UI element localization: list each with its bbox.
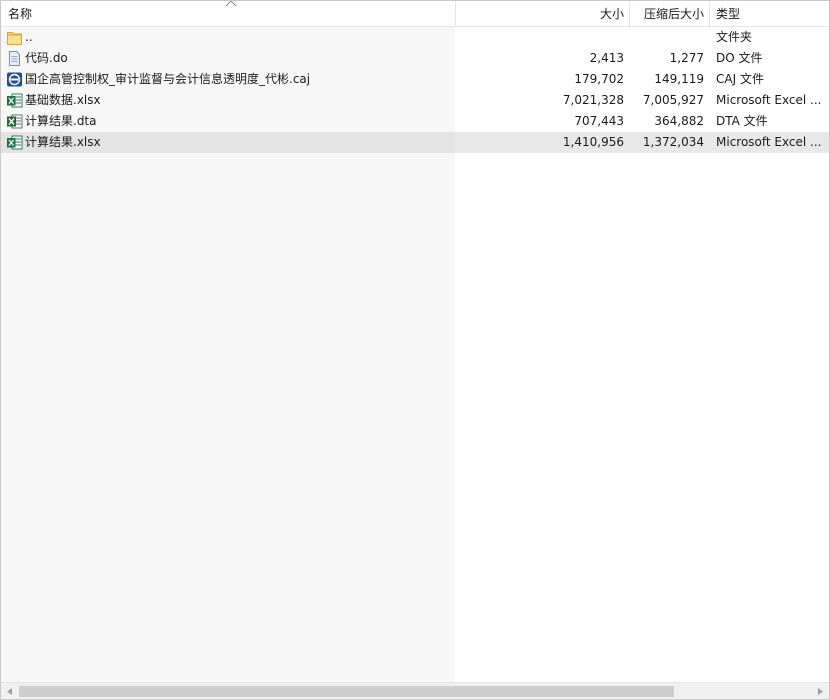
file-name: 计算结果.xlsx	[25, 135, 101, 149]
file-size: 2,413	[589, 51, 624, 65]
column-header-name[interactable]: 名称	[8, 1, 208, 26]
column-size-label: 大小	[599, 7, 624, 21]
file-packed-size: 364,882	[654, 114, 704, 128]
file-name: 计算结果.dta	[25, 114, 97, 128]
excel-file-icon	[7, 135, 23, 150]
file-name-cell: 国企高管控制权_审计监督与会计信息透明度_代彬.caj	[1, 69, 455, 90]
file-row[interactable]: 计算结果.dta 707,443 364,882 DTA 文件	[1, 111, 829, 132]
file-row[interactable]: 国企高管控制权_审计监督与会计信息透明度_代彬.caj 179,702 149,…	[1, 69, 829, 90]
column-header-packed[interactable]: 压缩后大小	[630, 1, 704, 26]
file-name: 国企高管控制权_审计监督与会计信息透明度_代彬.caj	[25, 72, 311, 86]
file-packed-size: 1,372,034	[642, 135, 704, 149]
excel-file-icon	[7, 93, 23, 108]
file-name-cell: 基础数据.xlsx	[1, 90, 455, 111]
column-type-label: 类型	[716, 7, 741, 21]
column-divider[interactable]	[709, 1, 710, 26]
file-packed-size: 1,277	[669, 51, 704, 65]
scroll-right-arrow-icon[interactable]	[813, 686, 827, 697]
horizontal-scrollbar-thumb[interactable]	[19, 686, 674, 697]
horizontal-scrollbar[interactable]	[1, 682, 829, 699]
file-name-cell: 计算结果.dta	[1, 111, 455, 132]
file-row-selected[interactable]: 计算结果.xlsx 1,410,956 1,372,034 Microsoft …	[1, 132, 829, 153]
file-packed-size: 7,005,927	[642, 93, 704, 107]
file-size: 179,702	[574, 72, 624, 86]
file-type: 文件夹	[716, 30, 753, 44]
file-name: 代码.do	[25, 51, 68, 65]
file-name: 基础数据.xlsx	[25, 93, 101, 107]
file-name-cell: 计算结果.xlsx	[1, 132, 455, 153]
file-size: 1,410,956	[562, 135, 624, 149]
column-header-size[interactable]: 大小	[456, 1, 624, 26]
file-packed-size	[630, 27, 704, 48]
file-name-cell: ..	[1, 27, 455, 48]
column-name-label: 名称	[8, 7, 33, 21]
sort-ascending-icon	[225, 1, 237, 7]
column-header-type[interactable]: 类型	[716, 1, 826, 26]
file-packed-size: 149,119	[654, 72, 704, 86]
file-type: DO 文件	[716, 51, 763, 65]
file-type: Microsoft Excel ...	[716, 135, 822, 149]
file-size: 7,021,328	[562, 93, 624, 107]
folder-icon	[7, 32, 22, 45]
file-name: ..	[25, 30, 33, 44]
file-size: 707,443	[574, 114, 624, 128]
caj-file-icon	[7, 72, 22, 87]
column-packed-label: 压缩后大小	[643, 7, 704, 21]
file-type: Microsoft Excel ...	[716, 93, 822, 107]
file-list-window: 名称 大小 压缩后大小 类型 .. 文件夹 代码.do 2,413 1,277 …	[0, 0, 830, 700]
file-size	[456, 27, 624, 48]
column-header: 名称 大小 压缩后大小 类型	[1, 1, 829, 27]
file-row-parent[interactable]: .. 文件夹	[1, 27, 829, 48]
file-list: .. 文件夹 代码.do 2,413 1,277 DO 文件 国企高管控制权_审…	[1, 27, 829, 153]
file-name-cell: 代码.do	[1, 48, 455, 69]
file-row[interactable]: 基础数据.xlsx 7,021,328 7,005,927 Microsoft …	[1, 90, 829, 111]
scroll-left-arrow-icon[interactable]	[3, 686, 17, 697]
file-type: DTA 文件	[716, 114, 768, 128]
file-type: CAJ 文件	[716, 72, 764, 86]
text-file-icon	[9, 51, 20, 66]
stata-file-icon	[7, 114, 23, 129]
file-row[interactable]: 代码.do 2,413 1,277 DO 文件	[1, 48, 829, 69]
